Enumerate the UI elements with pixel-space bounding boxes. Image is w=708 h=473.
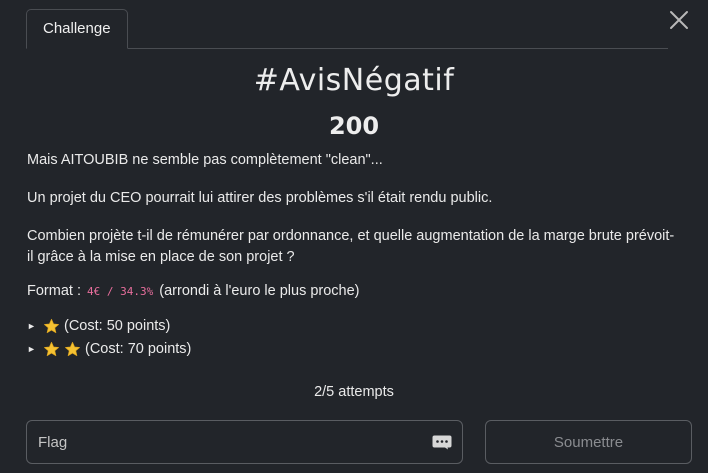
- submit-button[interactable]: Soumettre: [485, 420, 692, 464]
- close-icon: [670, 11, 688, 29]
- close-button[interactable]: [667, 8, 691, 32]
- star-icon: [44, 318, 59, 334]
- star-icon: [44, 341, 59, 357]
- hint-item[interactable]: ► (Cost: 70 points): [27, 338, 677, 361]
- description-paragraph: Mais AITOUBIB ne semble pas complètement…: [27, 152, 383, 168]
- chat-dots-icon: [432, 435, 452, 450]
- hint-cost: (Cost: 50 points): [64, 318, 171, 334]
- flag-field: [26, 420, 463, 464]
- challenge-description: Mais AITOUBIB ne semble pas complètement…: [27, 150, 677, 361]
- format-code: 4€ / 34.3%: [87, 285, 154, 298]
- tab-bar: Challenge: [26, 9, 668, 49]
- challenge-value: 200: [328, 112, 380, 140]
- triangle-right-icon: ►: [27, 344, 36, 354]
- attempts-counter: 2/5 attempts: [314, 384, 394, 400]
- format-line: Format : 4€ / 34.3% (arrondi à l'euro le…: [27, 281, 677, 302]
- hints-list: ► (Cost: 50 points) ► (Cost: 70 points): [27, 315, 677, 361]
- flag-input[interactable]: [27, 421, 462, 463]
- hint-item[interactable]: ► (Cost: 50 points): [27, 315, 677, 338]
- triangle-right-icon: ►: [27, 321, 36, 331]
- tab-challenge[interactable]: Challenge: [26, 9, 128, 49]
- description-paragraph: Combien projète t-il de rémunérer par or…: [27, 228, 675, 265]
- description-paragraph: Un projet du CEO pourrait lui attirer de…: [27, 190, 493, 206]
- challenge-modal: Challenge #AvisNégatif 200 Mais AITOUBIB…: [0, 0, 708, 473]
- format-suffix: (arrondi à l'euro le plus proche): [159, 283, 360, 299]
- star-icon: [65, 341, 80, 357]
- format-label: Format :: [27, 283, 81, 299]
- hint-cost: (Cost: 70 points): [85, 341, 192, 357]
- challenge-name: #AvisNégatif: [253, 63, 455, 98]
